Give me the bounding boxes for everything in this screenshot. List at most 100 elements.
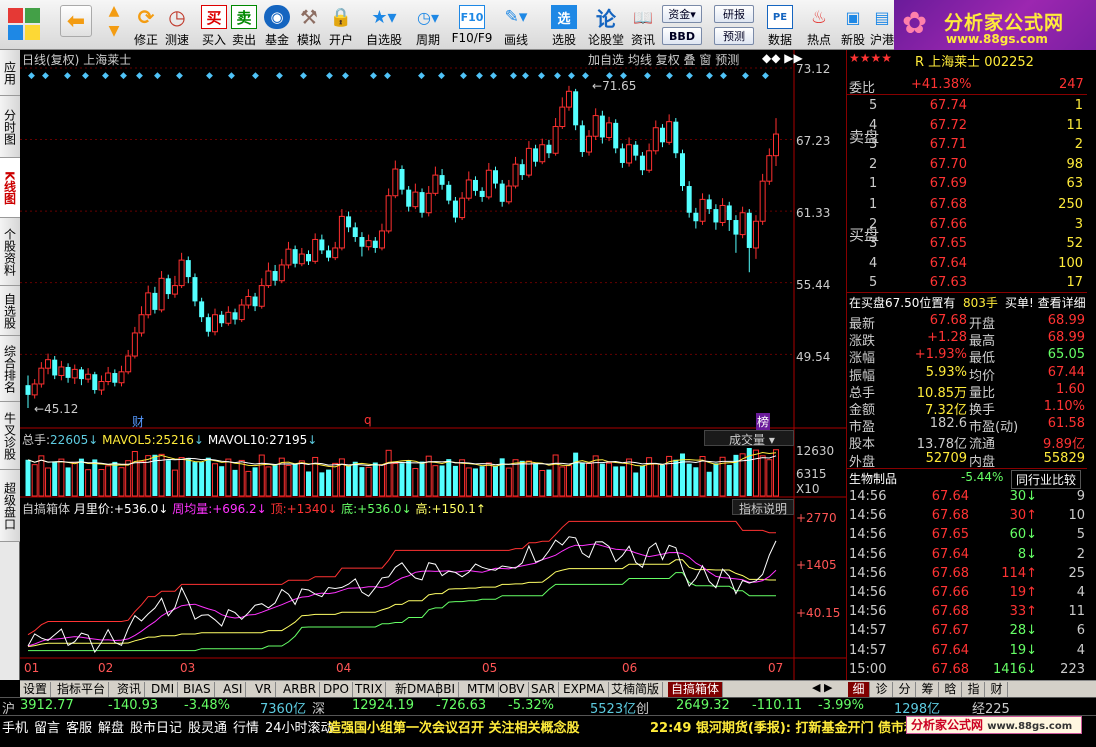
sector-name[interactable]: 生物制品: [849, 470, 897, 487]
page-up-down[interactable]: ▲ ▼: [100, 2, 128, 48]
event-marker[interactable]: q: [364, 413, 372, 427]
hk-connect-button[interactable]: ▤ 沪港: [870, 2, 894, 48]
quote-tab[interactable]: 晗: [940, 682, 962, 697]
sh-index[interactable]: 3912.77: [20, 698, 74, 713]
indicator-tab[interactable]: 指标平台: [54, 682, 110, 697]
quick-link[interactable]: 24小时滚动: [265, 717, 334, 736]
indicator-tab[interactable]: 自搞箱体: [668, 682, 724, 697]
tab-stock-info[interactable]: 个股资料: [0, 218, 20, 286]
ask-row[interactable]: 1 67.69 63: [847, 175, 1087, 194]
tab-ranking[interactable]: 综合排名: [0, 336, 20, 402]
quote-tab[interactable]: 指: [963, 682, 985, 697]
fund-flow-button[interactable]: 资金 ▾: [662, 5, 702, 23]
quick-link[interactable]: 行情: [233, 717, 259, 736]
indicator-help-button[interactable]: 指标说明: [732, 499, 794, 516]
bid-row[interactable]: 2 67.66 3: [847, 216, 1087, 235]
quote-tab[interactable]: 财: [986, 682, 1008, 697]
quote-tab[interactable]: 筹: [917, 682, 939, 697]
research-button[interactable]: 研报: [714, 5, 754, 23]
indicator-tab[interactable]: DPO: [320, 682, 353, 697]
tab-super-board[interactable]: 超级盘口: [0, 470, 20, 542]
indicator-tab[interactable]: SAR: [528, 682, 560, 697]
position-detail-link[interactable]: 买单! 查看详细: [1005, 294, 1086, 311]
indicator-tab[interactable]: 资讯: [114, 682, 146, 697]
add-watchlist-button[interactable]: 加自选: [588, 53, 624, 67]
indicator-tab[interactable]: EXPMA: [560, 682, 609, 697]
kline-chart-panel[interactable]: ◆ ◆ ◆ ◆ ◆ ◆ ◆ ◆ ◆ ◆ ◆ ◆ ◆ ◆ ◆ ◆ ◆ ◆ ◆ ◆ ◆ ◆ ◆ ◆ ◆ ◆ ◆ ◆ ◆ ◆ ◆ ◆ ◆ ◆ ◆ ◆ ◆ ◆ 日…: [20, 50, 846, 680]
tab-apps[interactable]: 应用: [0, 50, 20, 96]
forecast-button[interactable]: 预测: [714, 27, 754, 45]
tab-diagnosis[interactable]: 牛叉诊股: [0, 402, 20, 470]
arrow-down-icon[interactable]: ▼: [109, 24, 120, 38]
indicator-tab[interactable]: TRIX: [352, 682, 387, 697]
cy-index[interactable]: 2649.32: [676, 698, 730, 713]
tab-kline[interactable]: K线图: [0, 158, 20, 218]
stat-value: 65.05: [1047, 347, 1085, 363]
draw-line-button[interactable]: ✎▾ 画线: [498, 2, 534, 48]
quick-link[interactable]: 股市日记: [130, 717, 182, 736]
news-ticker-1[interactable]: 造强国小组第一次会议召开 关注相关概念股: [328, 717, 580, 736]
buy-button[interactable]: 买 买入: [200, 2, 228, 48]
f10-button[interactable]: F10 F10/F9: [450, 2, 494, 48]
sell-button[interactable]: 卖 卖出: [230, 2, 258, 48]
indicator-selector[interactable]: 成交量 ▾: [704, 430, 794, 447]
bid-row[interactable]: 3 67.65 52: [847, 235, 1087, 254]
quote-tab[interactable]: 分: [894, 682, 916, 697]
tab-intraday[interactable]: 分时图: [0, 96, 20, 158]
indicator-tab[interactable]: OBV: [496, 682, 529, 697]
tab-watchlist[interactable]: 自选股: [0, 286, 20, 336]
data-button[interactable]: PE 数据: [762, 2, 798, 48]
quick-link[interactable]: 解盘: [98, 717, 124, 736]
arrow-up-icon[interactable]: ▲: [109, 4, 120, 18]
indicator-tab[interactable]: 设置: [20, 682, 52, 697]
kline-chart-svg[interactable]: ◆ ◆ ◆ ◆ ◆ ◆ ◆ ◆ ◆ ◆ ◆ ◆ ◆ ◆ ◆ ◆ ◆ ◆ ◆ ◆ ◆ ◆ ◆ ◆ ◆ ◆ ◆ ◆ ◆ ◆ ◆ ◆ ◆ ◆ ◆ ◆ ◆ ◆: [20, 50, 846, 680]
ask-row[interactable]: 5 67.74 1: [847, 97, 1087, 116]
news-ticker-2[interactable]: 22:49 银河期货(季报): 打新基金开门 债市利率: [650, 717, 930, 736]
adjust-button[interactable]: 复权: [656, 53, 680, 67]
refresh-button[interactable]: ⟳ 修正: [130, 2, 162, 48]
ask-row[interactable]: 2 67.70 98: [847, 156, 1087, 175]
indicator-tab[interactable]: BIAS: [180, 682, 215, 697]
stock-select-button[interactable]: 选 选股: [546, 2, 582, 48]
indicator-tab[interactable]: MTM: [464, 682, 500, 697]
speed-test-button[interactable]: ◷ 测速: [162, 2, 192, 48]
quote-tab[interactable]: 细: [848, 682, 870, 697]
quote-tab[interactable]: 诊: [871, 682, 893, 697]
window-button[interactable]: 窗: [699, 53, 711, 67]
quick-link[interactable]: 手机: [2, 717, 28, 736]
indicator-tab[interactable]: 艾楠简版: [608, 682, 664, 697]
tab-scroll-arrows[interactable]: ◀ ▶: [812, 681, 846, 696]
ma-button[interactable]: 均线: [628, 53, 652, 67]
news-button[interactable]: 📖 资讯: [628, 2, 658, 48]
hot-button[interactable]: ♨ 热点: [802, 2, 836, 48]
sz-index[interactable]: 12924.19: [352, 698, 414, 713]
forum-button[interactable]: 论 论股堂: [586, 2, 626, 48]
ranking-marker[interactable]: 榜: [756, 413, 771, 430]
indicator-tab[interactable]: BBI: [432, 682, 460, 697]
quick-link[interactable]: 客服: [66, 717, 92, 736]
bid-row[interactable]: 4 67.64 100: [847, 255, 1087, 274]
indicator-tab[interactable]: DMI: [148, 682, 179, 697]
industry-compare-button[interactable]: 同行业比较: [1011, 470, 1082, 489]
ask-row[interactable]: 4 67.72 11: [847, 117, 1087, 136]
back-button[interactable]: ⬅: [58, 2, 94, 48]
indicator-tab[interactable]: ASI: [220, 682, 247, 697]
simulate-button[interactable]: ⚒ 模拟: [294, 2, 324, 48]
new-stock-button[interactable]: ▣ 新股: [838, 2, 868, 48]
fund-button[interactable]: ◉ 基金: [262, 2, 292, 48]
forecast-chart-button[interactable]: 预测: [715, 53, 739, 67]
quick-link[interactable]: 留言: [34, 717, 60, 736]
bbd-button[interactable]: BBD: [662, 27, 702, 45]
bid-row[interactable]: 1 67.68 250: [847, 196, 1087, 215]
period-button[interactable]: ◷▾ 周期: [408, 2, 448, 48]
app-menu-button[interactable]: [4, 2, 44, 48]
watchlist-button[interactable]: ★▾ 自选股: [362, 2, 406, 48]
indicator-tab[interactable]: ARBR: [280, 682, 321, 697]
indicator-tab[interactable]: VR: [252, 682, 276, 697]
quick-link[interactable]: 股灵通: [188, 717, 227, 736]
bid-row[interactable]: 5 67.63 17: [847, 274, 1087, 293]
overlay-button[interactable]: 叠: [684, 53, 696, 67]
finance-marker[interactable]: 财: [132, 413, 144, 430]
open-account-button[interactable]: 🔒 开户: [326, 2, 356, 48]
ask-row[interactable]: 3 67.71 2: [847, 136, 1087, 155]
